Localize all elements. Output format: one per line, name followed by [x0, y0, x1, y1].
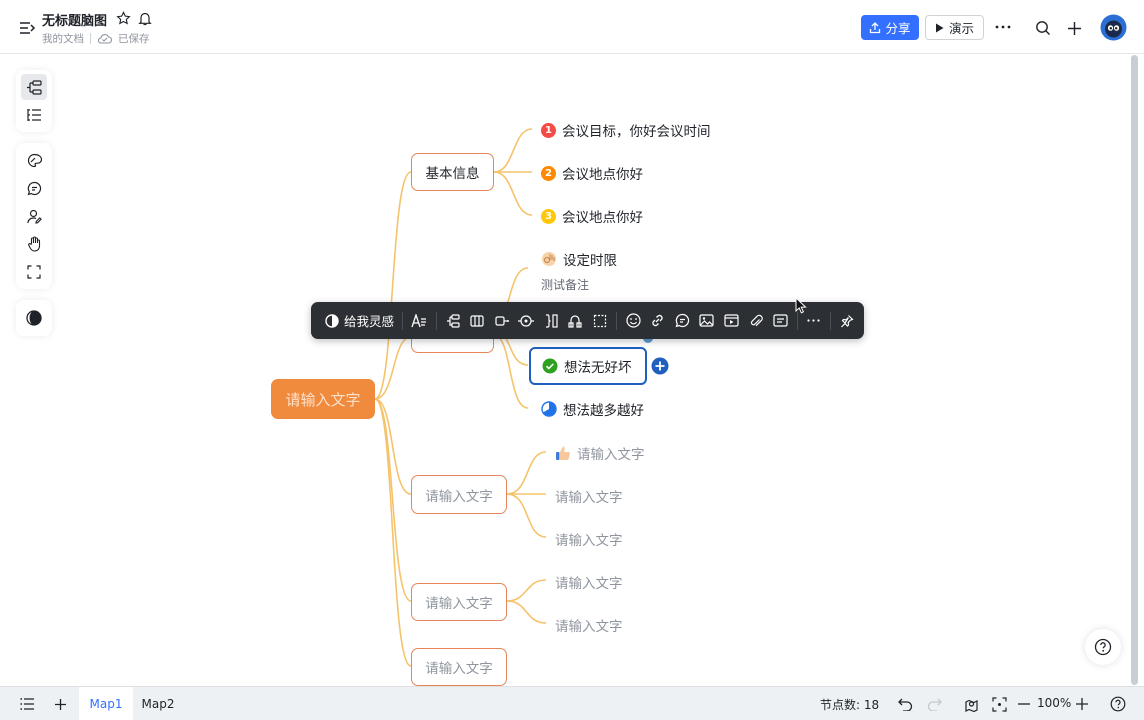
bottom-bar: Map1 Map2 节点数: 18 100%	[0, 686, 1144, 720]
left-toolbar-theme-group	[16, 300, 52, 336]
leaf-node[interactable]: 想法越多越好	[541, 399, 644, 419]
vertical-scrollbar[interactable]	[1131, 55, 1138, 685]
add-child-icon[interactable]	[651, 357, 669, 375]
comment-icon[interactable]	[21, 175, 47, 201]
theme-palette-icon[interactable]	[21, 147, 47, 173]
image-icon[interactable]	[695, 309, 720, 333]
relation-icon[interactable]	[563, 309, 588, 333]
comment-icon[interactable]	[670, 309, 695, 333]
link-icon[interactable]	[646, 309, 671, 333]
node-note: 测试备注	[541, 278, 590, 292]
layout-icon[interactable]	[465, 309, 490, 333]
zoom-level[interactable]: 100%	[1037, 696, 1071, 710]
video-icon[interactable]	[719, 309, 744, 333]
leaf-text: 请输入文字	[577, 447, 645, 463]
branch-node[interactable]: 请输入文字	[411, 475, 507, 514]
user-edit-icon[interactable]	[21, 203, 47, 229]
note-icon[interactable]	[768, 309, 793, 333]
priority-badge: 2	[541, 165, 556, 181]
emoji-icon[interactable]	[621, 309, 646, 333]
help-button[interactable]	[1085, 629, 1121, 665]
leaf-node[interactable]: 请输入文字	[555, 572, 623, 592]
attachment-icon[interactable]	[744, 309, 769, 333]
left-toolbar-view-group	[16, 70, 52, 132]
undo-icon[interactable]	[896, 695, 914, 713]
focus-icon[interactable]	[514, 309, 539, 333]
leaf-text: 想法无好坏	[564, 360, 632, 376]
redo-icon[interactable]	[925, 695, 943, 713]
leaf-node[interactable]: 3 会议地点你好	[541, 206, 643, 226]
tab-map2[interactable]: Map2	[133, 687, 183, 720]
fit-screen-icon[interactable]	[21, 259, 47, 285]
leaf-node[interactable]: 请输入文字	[555, 529, 623, 549]
help-icon[interactable]	[1108, 694, 1128, 714]
progress-pie-icon	[541, 401, 557, 417]
sheet-list-icon[interactable]	[18, 695, 36, 713]
branch-node[interactable]: 请输入文字	[411, 648, 507, 686]
mindmap-view-icon[interactable]	[21, 74, 47, 100]
leaf-node[interactable]: 2 会议地点你好	[541, 163, 643, 183]
frame-icon[interactable]	[588, 309, 613, 333]
node-count: 节点数: 18	[820, 698, 880, 712]
outline-view-icon[interactable]	[21, 102, 47, 128]
root-node[interactable]: 请输入文字	[271, 379, 375, 419]
leaf-text: 会议地点你好	[562, 167, 643, 183]
leaf-text: 想法越多越好	[563, 403, 644, 419]
divider	[616, 311, 618, 330]
locate-map-icon[interactable]	[962, 695, 980, 713]
leaf-node[interactable]: 1 会议目标，你好会议时间	[541, 120, 711, 140]
leaf-node[interactable]: 请输入文字	[555, 443, 645, 463]
divider	[402, 311, 404, 330]
leaf-node[interactable]: 设定时限	[541, 249, 617, 269]
summary-bracket-icon[interactable]	[539, 309, 564, 333]
dark-mode-toggle-icon[interactable]	[21, 305, 47, 331]
priority-badge: 1	[541, 122, 556, 138]
ok-hand-icon	[541, 251, 557, 267]
priority-badge: 3	[541, 208, 556, 224]
divider	[796, 311, 798, 330]
branch-node[interactable]: 请输入文字	[411, 583, 507, 621]
leaf-text: 设定时限	[563, 253, 617, 269]
leaf-node[interactable]: 请输入文字	[555, 486, 623, 506]
thumbs-up-icon	[555, 445, 571, 461]
add-sheet-icon[interactable]	[51, 695, 69, 713]
leaf-node[interactable]: 请输入文字	[555, 615, 623, 635]
node-shape-icon[interactable]	[490, 309, 515, 333]
node-format-toolbar: 给我灵感	[311, 302, 864, 339]
hand-pan-icon[interactable]	[21, 231, 47, 257]
leaf-text: 会议地点你好	[562, 210, 643, 226]
help-icon	[1094, 638, 1112, 656]
left-toolbar-tools-group	[16, 143, 52, 289]
divider	[830, 311, 832, 330]
inspire-label: 给我灵感	[344, 314, 395, 329]
tab-map1[interactable]: Map1	[79, 687, 133, 720]
pin-icon[interactable]	[835, 309, 860, 333]
check-circle-icon	[542, 358, 558, 374]
zoom-in-icon[interactable]	[1074, 695, 1090, 713]
inspire-button[interactable]: 给我灵感	[321, 311, 398, 330]
mouse-cursor-icon	[795, 297, 807, 314]
zoom-out-icon[interactable]	[1016, 695, 1032, 713]
leaf-text: 会议目标，你好会议时间	[562, 124, 711, 140]
divider	[435, 311, 437, 330]
ai-spark-icon	[325, 313, 339, 328]
text-style-icon[interactable]	[407, 309, 432, 333]
selected-node[interactable]: 想法无好坏	[529, 347, 647, 385]
structure-icon[interactable]	[441, 309, 466, 333]
branch-node[interactable]: 基本信息	[411, 153, 494, 191]
center-focus-icon[interactable]	[990, 695, 1008, 713]
